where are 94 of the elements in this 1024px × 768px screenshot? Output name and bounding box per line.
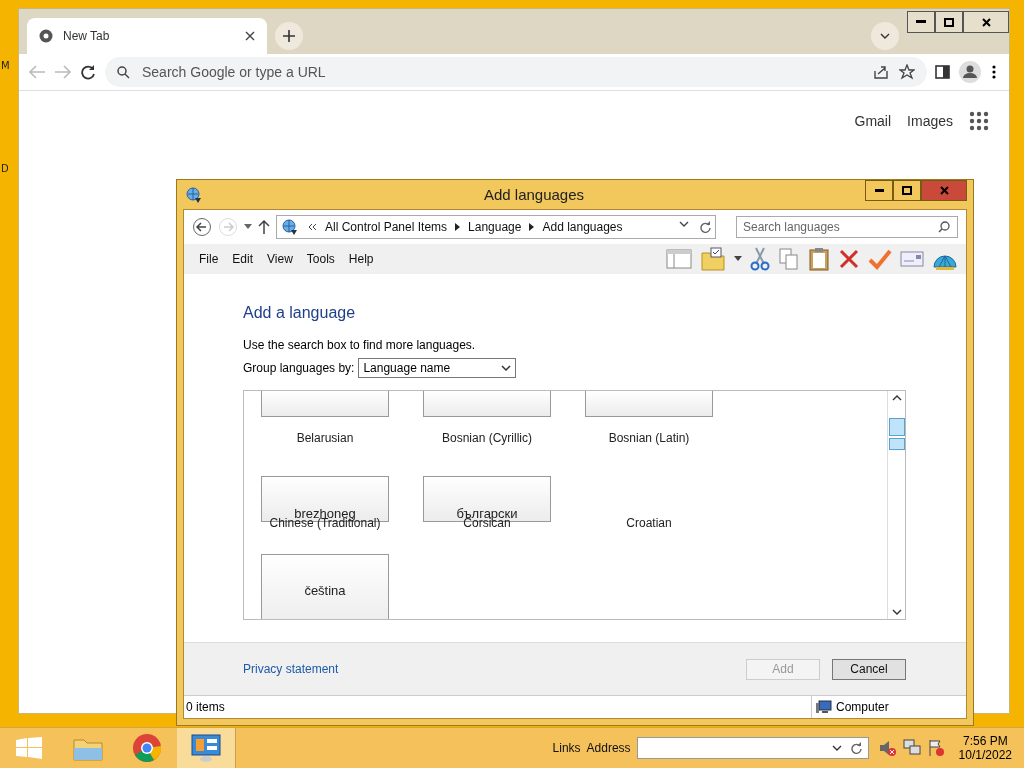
browser-tab[interactable]: New Tab (27, 18, 267, 54)
address-input[interactable]: Search Google or type a URL (140, 63, 863, 81)
apps-grid-icon[interactable] (969, 111, 989, 131)
browser-logo-icon (132, 733, 162, 763)
header-link[interactable]: Images (907, 113, 953, 129)
group-by-dropdown[interactable]: Language name (358, 358, 517, 378)
breadcrumb-bar[interactable]: All Control Panel Items Language Add languages (276, 215, 716, 239)
menu-item[interactable]: Edit (225, 252, 261, 266)
header-link[interactable]: Gmail (854, 113, 892, 129)
instruction-text: Use the search box to find more languages. (243, 338, 477, 352)
chevron-down-icon (880, 33, 890, 39)
overflow-chevron-icon (307, 223, 317, 231)
address-bar[interactable]: Search Google or type a URL (105, 57, 927, 87)
window-title: Add languages (482, 186, 586, 203)
tab-search-button[interactable] (871, 22, 899, 50)
language-name: Belarusian (296, 431, 354, 445)
control-panel-icon (190, 733, 222, 763)
up-arrow-icon[interactable] (258, 220, 270, 234)
checkmark-icon[interactable] (868, 248, 892, 270)
group-by-label: Group languages by: (243, 361, 355, 375)
breadcrumb-item[interactable]: All Control Panel Items (325, 220, 448, 234)
breadcrumb-item[interactable]: Language (468, 220, 522, 234)
maximize-button[interactable] (893, 180, 921, 201)
computer-icon (816, 700, 832, 714)
menu-item[interactable]: Tools (299, 252, 342, 266)
search-icon (938, 221, 950, 233)
cancel-button[interactable]: Cancel (832, 658, 906, 680)
dropdown-caret-icon[interactable] (734, 256, 742, 262)
address-label: Address (586, 741, 631, 755)
menu-item[interactable]: File (192, 252, 226, 266)
breadcrumb-item[interactable]: Add languages (542, 220, 623, 234)
minimize-icon (874, 189, 884, 192)
desktop-icon-label: D (1, 163, 9, 174)
close-icon (981, 17, 991, 27)
section-heading: Add a language (243, 304, 357, 322)
search-field[interactable]: Search languages (736, 216, 958, 238)
plus-icon (283, 30, 295, 42)
network-icon[interactable] (902, 739, 921, 757)
zone-text: Computer (836, 700, 889, 714)
chevron-down-icon (831, 745, 842, 751)
links-toolbar-label[interactable]: Links (552, 741, 581, 755)
status-text: 0 items (185, 700, 225, 714)
dropdown-value: Language name (363, 361, 451, 375)
close-button[interactable] (963, 11, 1009, 33)
breadcrumb-arrow-icon (455, 223, 461, 231)
control-panel-icon (281, 218, 299, 236)
language-name: Bosnian (Latin) (608, 431, 690, 445)
flag-alert-icon[interactable] (926, 739, 945, 757)
close-icon (939, 186, 949, 195)
paste-icon[interactable] (808, 247, 830, 271)
back-icon[interactable] (192, 217, 212, 237)
close-icon[interactable] (245, 31, 255, 41)
language-tile[interactable]: čeština (261, 554, 389, 619)
language-name: Bosnian (Cyrillic) (442, 431, 532, 445)
language-tile[interactable] (585, 391, 713, 417)
folder-check-icon[interactable] (700, 247, 726, 271)
dropdown-caret-icon[interactable] (244, 224, 252, 230)
delete-icon[interactable] (838, 248, 860, 270)
new-tab-button[interactable] (275, 22, 303, 50)
language-tile[interactable] (261, 391, 389, 417)
share-icon[interactable] (873, 64, 889, 80)
desktop-icon-label: M (1, 60, 10, 71)
clock-date: 10/1/2022 (958, 748, 1012, 762)
chevron-down-icon (501, 365, 512, 371)
scrollbar-thumb[interactable] (888, 418, 905, 450)
control-panel-button[interactable] (177, 728, 236, 768)
language-tile[interactable] (423, 391, 551, 417)
maximize-icon (902, 186, 912, 195)
dropdown-caret-icon[interactable] (679, 221, 689, 227)
control-panel-icon (185, 185, 203, 204)
refresh-icon (849, 742, 862, 754)
breadcrumb-arrow-icon (529, 223, 535, 231)
profile-icon[interactable] (959, 61, 981, 83)
clock-time: 7:56 PM (962, 734, 1008, 748)
side-panel-icon[interactable] (933, 64, 953, 80)
refresh-icon[interactable] (699, 221, 711, 233)
menu-item[interactable]: Help (341, 252, 381, 266)
language-name: Croatian (626, 516, 672, 530)
menu-item[interactable]: View (260, 252, 300, 266)
cut-icon[interactable] (750, 247, 770, 271)
tab-title: New Tab (63, 29, 111, 43)
search-icon (117, 65, 130, 79)
privacy-link[interactable]: Privacy statement (243, 662, 339, 676)
maximize-button[interactable] (935, 11, 963, 33)
address-field[interactable] (636, 737, 869, 759)
envelope-icon[interactable] (900, 250, 924, 268)
minimize-icon (916, 20, 926, 24)
minimize-button[interactable] (865, 180, 893, 201)
speaker-muted-icon[interactable] (878, 739, 897, 757)
star-icon[interactable] (899, 64, 915, 80)
minimize-button[interactable] (907, 11, 935, 33)
maximize-icon (944, 17, 954, 27)
chrome-logo-icon (39, 29, 53, 43)
windows-logo-icon (16, 737, 42, 759)
